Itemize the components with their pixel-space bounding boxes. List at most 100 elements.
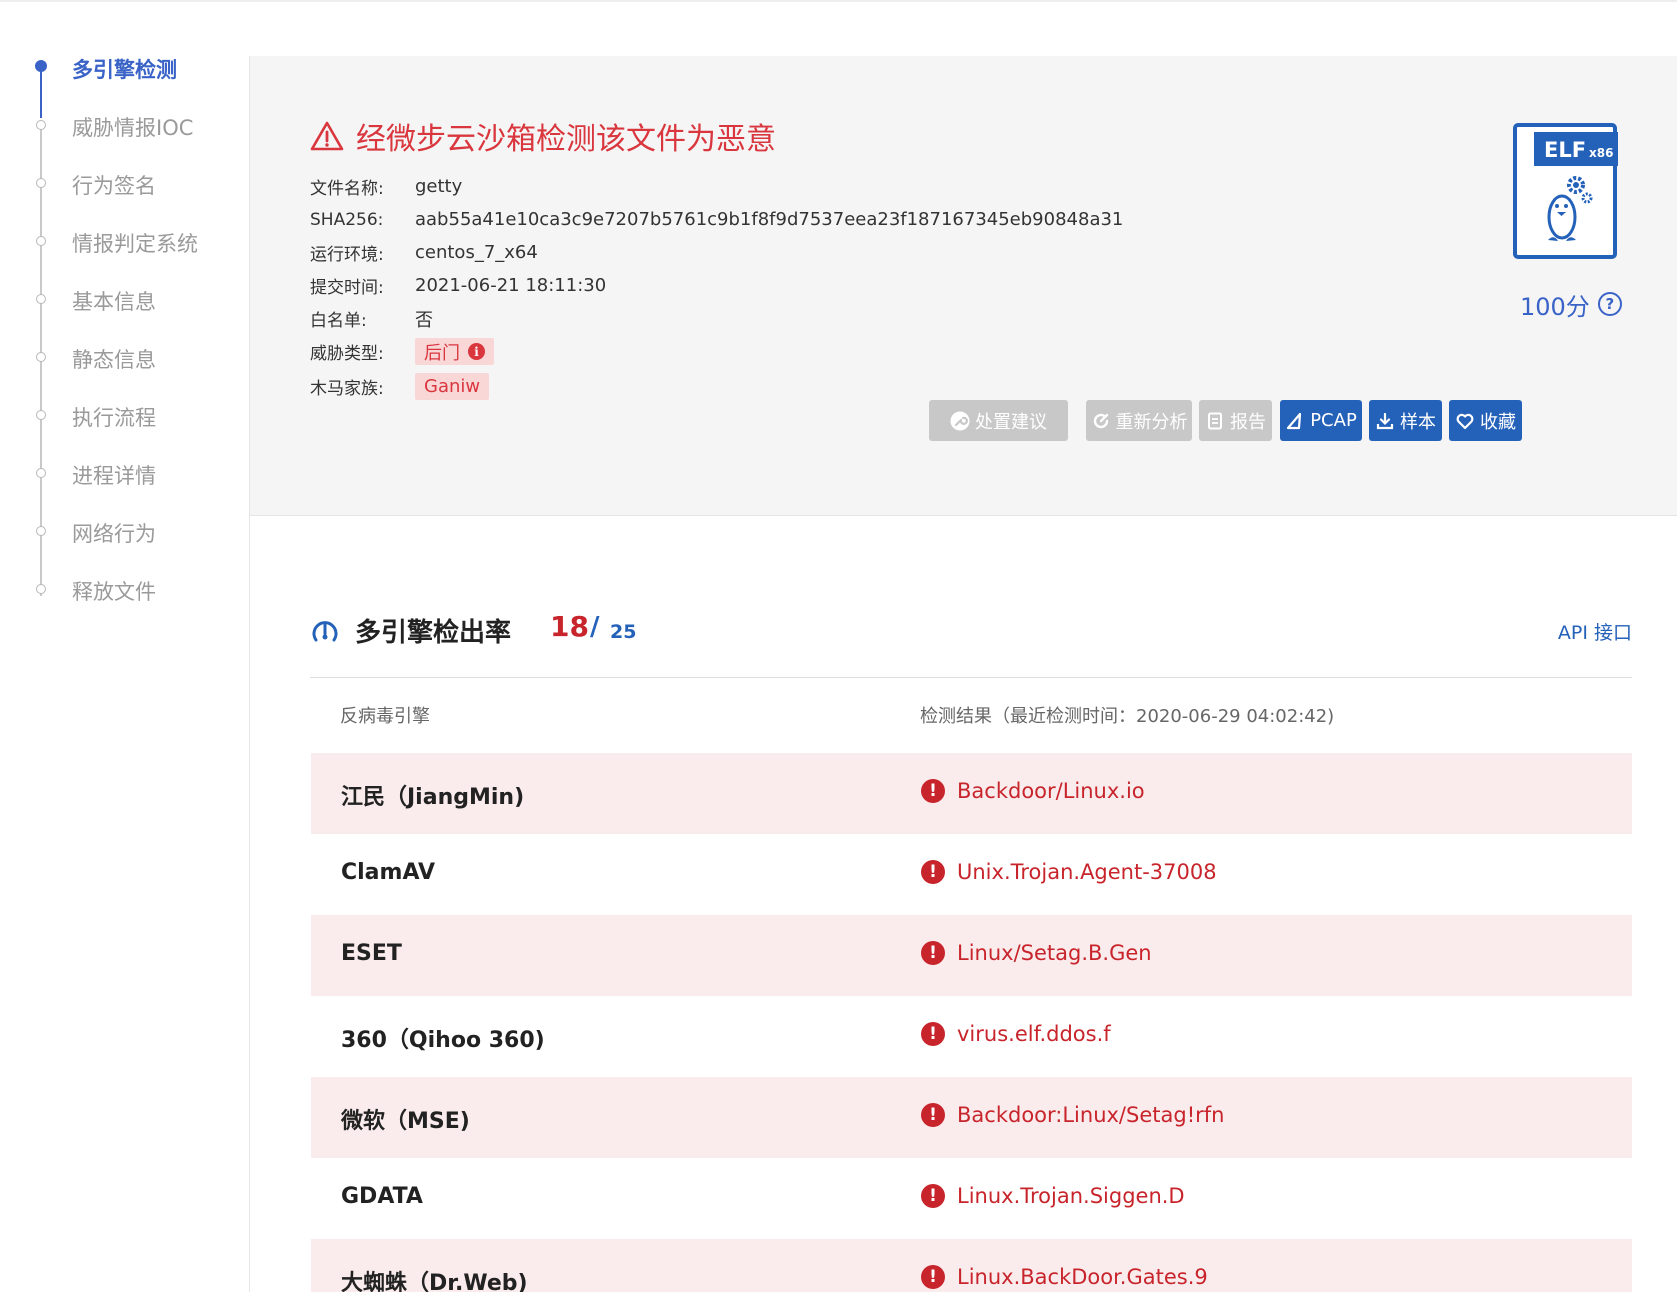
table-row: 江民（JiangMin) ! Backdoor/Linux.io (311, 753, 1632, 834)
svg-text:ELF: ELF (1544, 138, 1586, 162)
threat-type-label: 后门 (424, 342, 460, 364)
nav-item-multi-engine[interactable]: 多引擎检测 (0, 48, 249, 88)
info-key: 木马家族: (310, 379, 384, 399)
button-label: 处置建议 (975, 411, 1047, 433)
engine-name: 360（Qihoo 360) (341, 1028, 545, 1053)
total-engines: 25 (610, 621, 637, 643)
alert-icon: ! (921, 1103, 945, 1127)
nav-item-dropped-files[interactable]: 释放文件 (0, 570, 249, 610)
file-info: 文件名称: getty SHA256: aab55a41e10ca3c9e720… (310, 170, 1123, 403)
help-icon[interactable]: ? (1597, 292, 1622, 316)
info-icon[interactable]: i (468, 343, 485, 360)
info-row-filename: 文件名称: getty (310, 170, 1123, 203)
info-key: 白名单: (310, 311, 367, 331)
download-sample-button[interactable]: 样本 (1369, 400, 1442, 441)
nav-dot (36, 526, 46, 536)
nav-item-label: 威胁情报IOC (72, 116, 194, 140)
info-row-family: 木马家族: Ganiw (310, 370, 1123, 403)
nav-item-label: 情报判定系统 (72, 232, 198, 256)
nav-item-process-details[interactable]: 进程详情 (0, 454, 249, 494)
engine-name: ESET (341, 941, 402, 966)
table-row: ClamAV ! Unix.Trojan.Agent-37008 (311, 834, 1632, 915)
info-key: 提交时间: (310, 278, 384, 298)
svg-text:x86: x86 (1589, 146, 1613, 160)
api-link[interactable]: API 接口 (1558, 618, 1632, 645)
nav-item-label: 行为签名 (72, 174, 156, 198)
download-icon (1376, 412, 1394, 429)
button-label: 报告 (1230, 411, 1266, 433)
detection-result: ! Linux.BackDoor.Gates.9 (921, 1265, 1208, 1289)
result-name: Linux/Setag.B.Gen (957, 941, 1152, 965)
elf-file-icon: ELF x86 (1513, 123, 1618, 259)
nav-item-label: 释放文件 (72, 580, 156, 604)
shark-fin-icon (1287, 412, 1302, 429)
nav-dot (36, 120, 46, 130)
favorite-button[interactable]: 收藏 (1449, 400, 1522, 441)
table-row: GDATA ! Linux.Trojan.Siggen.D (311, 1158, 1632, 1239)
info-key: 运行环境: (310, 245, 384, 265)
score-value: 100分 (1520, 292, 1590, 321)
result-name: virus.elf.ddos.f (957, 1022, 1111, 1046)
nav-item-network-behavior[interactable]: 网络行为 (0, 512, 249, 552)
engine-name: 微软（MSE) (341, 1109, 470, 1134)
top-border (0, 0, 1677, 2)
family-tag[interactable]: Ganiw (415, 373, 490, 400)
button-label: 样本 (1400, 411, 1436, 433)
nav-item-basic-info[interactable]: 基本信息 (0, 280, 249, 320)
nav-dot (36, 410, 46, 420)
nav-item-label: 执行流程 (72, 406, 156, 430)
result-name: Unix.Trojan.Agent-37008 (957, 860, 1217, 884)
nav-dot (36, 584, 46, 594)
nav-dot (36, 236, 46, 246)
nav-dot (35, 60, 47, 72)
summary-panel: 经微步云沙箱检测该文件为恶意 文件名称: getty SHA256: aab55… (250, 56, 1677, 516)
alert-icon: ! (921, 779, 945, 803)
nav-item-label: 静态信息 (72, 348, 156, 372)
filename-value: getty (415, 176, 463, 197)
verdict-text: 经微步云沙箱检测该文件为恶意 (356, 122, 776, 157)
wrench-icon (950, 411, 970, 430)
engine-name: GDATA (341, 1184, 423, 1209)
nav-item-threat-ioc[interactable]: 威胁情报IOC (0, 106, 249, 146)
button-label: 重新分析 (1115, 411, 1188, 433)
nav-item-execution-flow[interactable]: 执行流程 (0, 396, 249, 436)
alert-icon: ! (921, 1022, 945, 1046)
document-icon (1208, 412, 1222, 429)
gauge-icon (312, 621, 338, 642)
refresh-icon (1093, 413, 1108, 428)
disposal-advice-button[interactable]: 处置建议 (929, 400, 1068, 441)
nav-item-intel-system[interactable]: 情报判定系统 (0, 222, 249, 262)
count-separator: / (590, 612, 600, 642)
report-button[interactable]: 报告 (1199, 400, 1272, 441)
detection-result: ! Linux/Setag.B.Gen (921, 941, 1152, 965)
result-name: Backdoor/Linux.io (957, 779, 1145, 803)
submit-time-value: 2021-06-21 18:11:30 (415, 275, 607, 296)
whitelist-value: 否 (415, 309, 433, 331)
info-row-submit-time: 提交时间: 2021-06-21 18:11:30 (310, 269, 1123, 302)
nav-item-static-info[interactable]: 静态信息 (0, 338, 249, 378)
engine-name: 江民（JiangMin) (341, 785, 525, 810)
detection-header: 多引擎检出率 18 / 25 API 接口 (310, 610, 1632, 678)
nav-item-behavior-signature[interactable]: 行为签名 (0, 164, 249, 204)
nav-item-label: 进程详情 (72, 464, 156, 488)
nav-dot (36, 178, 46, 188)
detection-result: ! virus.elf.ddos.f (921, 1022, 1111, 1046)
sha256-value: aab55a41e10ca3c9e7207b5761c9b1f8f9d7537e… (415, 209, 1124, 230)
nav-item-label: 基本信息 (72, 290, 156, 314)
heart-icon (1456, 413, 1474, 429)
nav-dot (36, 294, 46, 304)
nav-item-label: 网络行为 (72, 522, 156, 546)
alert-icon: ! (921, 1184, 945, 1208)
pcap-button[interactable]: PCAP (1280, 400, 1362, 441)
engine-name: 大蜘蛛（Dr.Web) (341, 1271, 528, 1292)
engine-name: ClamAV (341, 860, 436, 885)
result-name: Linux.Trojan.Siggen.D (957, 1184, 1185, 1208)
threat-type-tag[interactable]: 后门 i (415, 338, 494, 365)
table-row: 360（Qihoo 360) ! virus.elf.ddos.f (311, 996, 1632, 1077)
threat-score: 100分 ? (1520, 286, 1622, 322)
detection-result: ! Unix.Trojan.Agent-37008 (921, 860, 1217, 884)
reanalyze-button[interactable]: 重新分析 (1086, 400, 1192, 441)
result-name: Linux.BackDoor.Gates.9 (957, 1265, 1208, 1289)
nav-item-label: 多引擎检测 (72, 58, 177, 82)
env-value: centos_7_x64 (415, 242, 538, 263)
